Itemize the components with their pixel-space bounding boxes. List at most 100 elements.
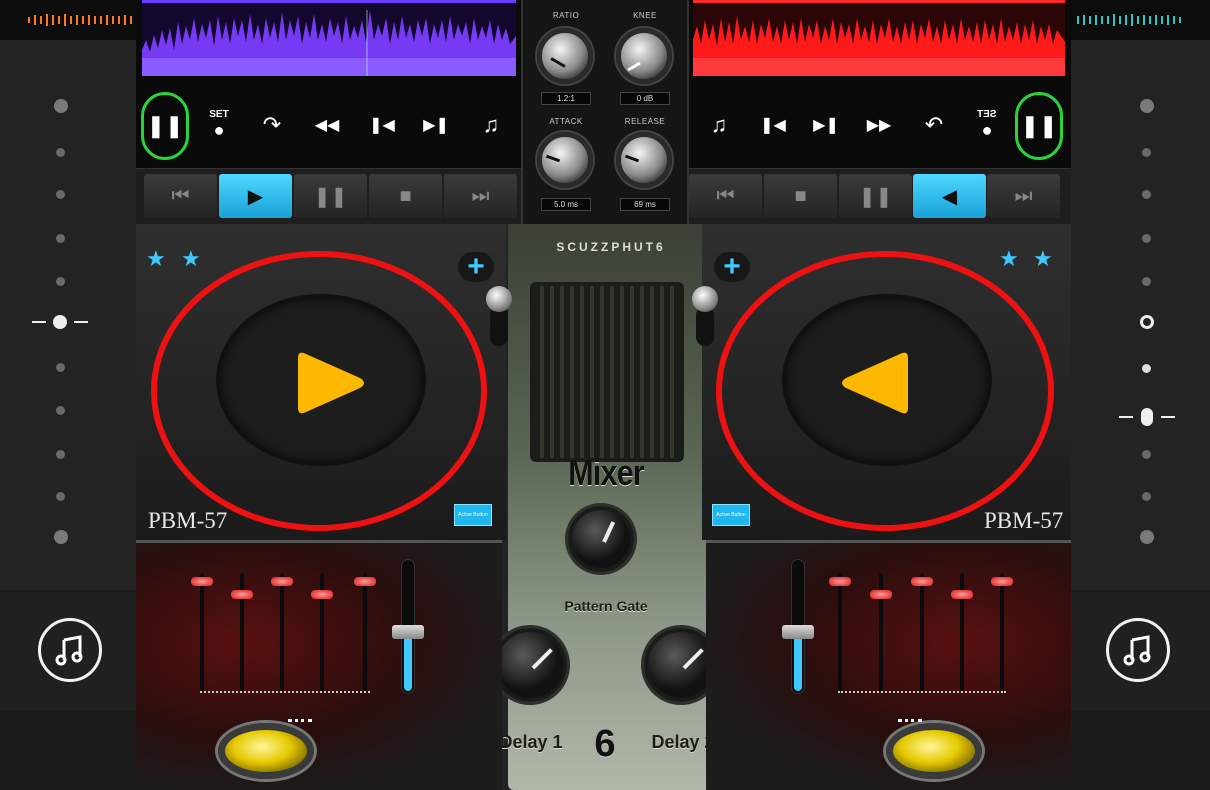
left-rewind-button[interactable]: ◀◀	[305, 95, 349, 155]
left-transport-bar: ⏮ ▶ ❚❚ ■ ⏭	[136, 168, 521, 224]
right-set-cue-button[interactable]: SET ●	[965, 95, 1009, 155]
pitch-dot	[56, 492, 65, 501]
active-button-label: Active Button	[458, 512, 488, 518]
right-jog-wheel[interactable]	[716, 234, 1066, 532]
left-pause-transport-button[interactable]: ❚❚	[294, 174, 367, 218]
right-volume-handle[interactable]	[782, 625, 814, 639]
eq-slot	[280, 573, 284, 691]
attack-knob[interactable]	[537, 132, 593, 188]
left-sidebar-footer	[0, 712, 136, 790]
skip-to-end-icon: ⏭	[1014, 184, 1033, 207]
right-eq-slider-2[interactable]	[870, 590, 892, 599]
left-meter-graphic	[28, 14, 132, 26]
release-value: 69 ms	[620, 198, 670, 211]
left-prev-button[interactable]: ❚◀	[360, 95, 404, 155]
right-platter-panel: + ★ ★ Active Button PBM-57	[702, 224, 1071, 540]
left-eq-slider-3[interactable]	[271, 577, 293, 586]
release-knob[interactable]	[616, 132, 672, 188]
left-deck-name: PBM-57	[148, 508, 228, 533]
right-next-button[interactable]: ▶❚	[804, 95, 848, 155]
logo-6-badge: 6	[594, 723, 616, 765]
delay1-knob[interactable]	[493, 628, 567, 702]
right-pause-transport-button[interactable]: ❚❚	[839, 174, 912, 218]
cue-dot-icon: ●	[213, 120, 225, 140]
loop-arrow-icon: ↷	[262, 112, 282, 137]
left-lever[interactable]	[482, 286, 516, 346]
left-eq-slider-1[interactable]	[191, 577, 213, 586]
pitch-dot	[56, 234, 65, 243]
left-skip-end-button[interactable]: ⏭	[444, 174, 517, 218]
left-gold-indicator	[288, 719, 312, 722]
ratio-value: 1.2:1	[541, 92, 591, 105]
music-note-icon	[55, 635, 83, 666]
reverse-play-icon: ◀	[941, 185, 958, 208]
fast-forward-icon: ▶▶	[866, 117, 892, 134]
left-play-button[interactable]: ▶	[219, 174, 292, 218]
play-icon: ▶	[247, 185, 264, 208]
left-music-library-button[interactable]	[38, 618, 102, 682]
pattern-gate-knob[interactable]	[568, 506, 634, 572]
right-deck-name: PBM-57	[984, 508, 1064, 533]
left-pause-button[interactable]: ❚❚	[141, 92, 189, 160]
set-label: SET	[977, 109, 997, 120]
pitch-dot	[56, 406, 65, 415]
eq-baseline	[838, 691, 1006, 693]
knee-knob[interactable]	[616, 28, 672, 84]
right-music-library-button[interactable]	[1106, 618, 1170, 682]
right-deck-controls: ♫ ❚◀ ▶❚ ▶▶ ↶ SET ● ❚❚	[689, 0, 1071, 168]
right-stop-button[interactable]: ■	[764, 174, 837, 218]
right-pitch-track[interactable]	[1071, 40, 1210, 590]
right-eq-slider-5[interactable]	[991, 577, 1013, 586]
pitch-dot	[56, 277, 65, 286]
right-pause-button[interactable]: ❚❚	[1015, 92, 1063, 160]
right-waveform[interactable]	[693, 0, 1065, 76]
ratio-knob[interactable]	[537, 28, 593, 84]
right-prev-button[interactable]: ❚◀	[751, 95, 795, 155]
deck-main-area: SCUZZPHUT6 Mixer Pattern Gate Delay 1 De…	[136, 224, 1071, 790]
rewind-icon: ◀◀	[314, 117, 340, 134]
left-platter-panel: ★ ★ + PBM-57 Active Button	[136, 224, 506, 540]
skip-forward-icon: ▶❚	[423, 117, 449, 134]
left-next-button[interactable]: ▶❚	[414, 95, 458, 155]
right-loop-button[interactable]: ↶	[912, 95, 956, 155]
left-eq-slider-2[interactable]	[231, 590, 253, 599]
stop-icon: ■	[399, 184, 412, 207]
attack-label: ATTACK	[549, 117, 583, 126]
right-eq-slider-1[interactable]	[829, 577, 851, 586]
skip-back-icon: ❚◀	[369, 117, 395, 134]
right-pitch-handle[interactable]	[1119, 408, 1175, 426]
right-waveform-graphic	[693, 0, 1065, 76]
left-loop-button[interactable]: ↷	[250, 95, 294, 155]
right-lever[interactable]	[688, 286, 722, 346]
pitch-dot	[1140, 99, 1154, 113]
left-waveform[interactable]	[142, 0, 516, 76]
right-reverse-play-button[interactable]: ◀	[913, 174, 986, 218]
left-stop-button[interactable]: ■	[369, 174, 442, 218]
right-skip-end-button[interactable]: ⏭	[987, 174, 1060, 218]
left-eq-slider-5[interactable]	[354, 577, 376, 586]
right-skip-start-button[interactable]: ⏮	[689, 174, 762, 218]
right-active-button[interactable]: Active Button	[712, 504, 750, 526]
left-volume-handle[interactable]	[392, 625, 424, 639]
right-sidebar-footer	[1071, 712, 1210, 790]
right-fast-forward-button[interactable]: ▶▶	[857, 95, 901, 155]
left-deck-controls: ❚❚ SET ● ↷ ◀◀ ❚◀ ▶❚ ♫	[136, 0, 521, 168]
right-eq-slider-3[interactable]	[911, 577, 933, 586]
left-active-button[interactable]: Active Button	[454, 504, 492, 526]
ratio-label: RATIO	[552, 11, 580, 20]
left-gold-button[interactable]	[218, 723, 314, 779]
set-label: SET	[209, 109, 229, 120]
right-gold-button[interactable]	[886, 723, 982, 779]
left-eq-slider-4[interactable]	[311, 590, 333, 599]
left-set-cue-button[interactable]: SET ●	[197, 95, 241, 155]
left-pitch-handle[interactable]	[32, 314, 88, 330]
left-jog-wheel[interactable]	[146, 234, 496, 532]
compressor-panel: RATIO KNEE 1.2:1 0 dB ATTACK RELEASE 5.0…	[521, 0, 689, 224]
right-eq-slider-4[interactable]	[951, 590, 973, 599]
right-playlist-button[interactable]: ♫	[697, 95, 741, 155]
left-playlist-button[interactable]: ♫	[469, 95, 513, 155]
pitch-dot	[1142, 364, 1151, 373]
stop-icon: ■	[794, 184, 807, 207]
left-pitch-track[interactable]	[0, 40, 136, 590]
left-skip-start-button[interactable]: ⏮	[144, 174, 217, 218]
